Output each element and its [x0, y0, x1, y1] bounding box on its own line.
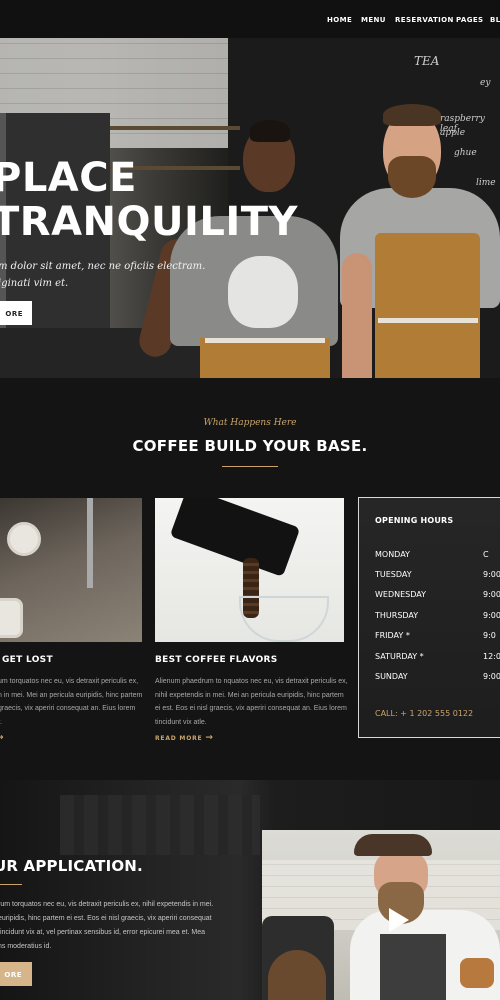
- arrow-right-icon: →: [0, 733, 4, 743]
- hours-day: SUNDAY: [375, 672, 408, 681]
- hours-row: WEDNESDAY 9:00: [375, 590, 500, 599]
- application-text: rum torquatos nec eu, vis detraxit peric…: [0, 898, 213, 954]
- nav-item-blog[interactable]: BL: [490, 16, 500, 24]
- coffee-cup: [7, 522, 41, 556]
- read-more-label: READ MORE: [155, 735, 203, 742]
- skull-print: [228, 256, 298, 328]
- section-eyebrow: What Happens Here: [203, 418, 297, 428]
- hours-time: 9:00: [483, 590, 500, 599]
- hours-time: 9:00: [483, 611, 500, 620]
- video-thumbnail[interactable]: [262, 830, 500, 1000]
- card-text-line: n in mei. Mei an pericula euripidis, hin…: [0, 691, 143, 699]
- hero-subtitle: m dolor sit amet, nec ne oficiis electra…: [0, 258, 205, 292]
- hero-title-line: PLACE: [0, 155, 137, 201]
- barista-hat: [354, 834, 432, 856]
- play-icon[interactable]: [389, 908, 409, 932]
- grinder-beans: [268, 950, 326, 1000]
- hero-read-more-button[interactable]: ORE: [0, 301, 32, 325]
- card-text-line: um torquatos nec eu, vis detraxit pericu…: [0, 678, 139, 685]
- barista-apron: [375, 233, 480, 378]
- barista-apron: [380, 934, 446, 1000]
- hours-day: FRIDAY *: [375, 631, 410, 640]
- nav-item-menu[interactable]: MENU: [361, 16, 386, 24]
- hours-title: OPENING HOURS: [375, 516, 454, 525]
- chalkboard-text: TEA: [414, 54, 440, 68]
- barista-apron: [200, 338, 330, 378]
- card-text: Alienum phaedrum to nquatos nec eu, vis …: [155, 675, 348, 729]
- section-title: COFFEE BUILD YOUR BASE.: [132, 437, 368, 455]
- hours-day: MONDAY: [375, 550, 410, 559]
- card-text-line: ei est. Eos ei nisl graecis, vix aperiri…: [155, 705, 347, 712]
- application-read-more-button[interactable]: ORE: [0, 962, 32, 986]
- card-text-line: r.: [0, 716, 142, 730]
- hours-row: THURSDAY 9:00: [375, 611, 500, 620]
- hours-row: MONDAY C: [375, 550, 500, 559]
- hours-row: TUESDAY 9:00: [375, 570, 500, 579]
- opening-hours-box: OPENING HOURS MONDAY C TUESDAY 9:00 WEDNES…: [358, 497, 500, 738]
- hours-time: C: [483, 550, 489, 559]
- application-title: UR APPLICATION.: [0, 857, 143, 875]
- chalkboard-text: apple: [440, 128, 466, 138]
- card-text: um torquatos nec eu, vis detraxit pericu…: [0, 675, 142, 729]
- coffee-bag: [169, 498, 301, 577]
- card-read-more-link[interactable]: →: [0, 733, 4, 743]
- hero-title: PLACE TRANQUILITY: [0, 156, 298, 244]
- cafe-shelves: [60, 795, 260, 855]
- kettle: [460, 958, 494, 988]
- hours-day: THURSDAY: [375, 611, 419, 620]
- top-navigation: HOME MENU RESERVATION PAGES BL: [0, 0, 500, 38]
- coffee-cup: [0, 598, 23, 638]
- call-phone-link[interactable]: CALL: + 1 202 555 0122: [375, 709, 473, 718]
- card-title[interactable]: GET LOST: [2, 655, 53, 665]
- hero-banner: TEA ey raspberry leaf apple ghue lime PL…: [0, 38, 500, 378]
- nav-item-home[interactable]: HOME: [327, 16, 352, 24]
- glass-bowl: [239, 596, 329, 642]
- hours-time: 9:00: [483, 570, 500, 579]
- hero-title-line: TRANQUILITY: [0, 199, 299, 245]
- barista-arm: [342, 253, 372, 378]
- shelf: [110, 126, 240, 130]
- pitcher-stand: [87, 498, 93, 588]
- nav-item-pages[interactable]: PAGES: [456, 16, 483, 24]
- hours-row: SATURDAY * 12:00: [375, 652, 500, 661]
- apron-tie: [378, 318, 478, 323]
- card-text-line: nihil expetendis in mei. Mei an pericula…: [155, 691, 344, 699]
- application-text-line: euripidis, hinc partem ei est. Eos ei ni…: [0, 915, 212, 922]
- application-text-line: rum torquatos nec eu, vis detraxit peric…: [0, 901, 214, 908]
- section-divider: [222, 466, 278, 467]
- barista-beard: [388, 156, 436, 198]
- card-image-coffee-beans[interactable]: [155, 498, 344, 642]
- arrow-right-icon: →: [205, 733, 214, 743]
- application-text-line: ns moderatius id.: [0, 943, 52, 950]
- hours-row: SUNDAY 9:00: [375, 672, 500, 681]
- barista-hair: [383, 104, 441, 126]
- application-divider: [0, 884, 22, 885]
- application-text-line: tincidunt vix at, vel pertinax sensibus …: [0, 929, 205, 936]
- hero-subtitle-line: m dolor sit amet, nec ne oficiis electra…: [0, 261, 206, 272]
- card-image-coffee-cups[interactable]: [0, 498, 142, 642]
- hours-day: SATURDAY *: [375, 652, 424, 661]
- card-text-line: graecis, vix aperiri consequat an. Eius …: [0, 705, 136, 712]
- hours-time: 12:00: [483, 652, 500, 661]
- nav-item-reservation[interactable]: RESERVATION: [395, 16, 454, 24]
- hours-row: FRIDAY * 9:0: [375, 631, 500, 640]
- apron-tie: [205, 338, 325, 343]
- chalkboard-text: ghue: [454, 148, 477, 158]
- card-text-line: tincidunt vix atle.: [155, 718, 207, 726]
- card-text-line: Alienum phaedrum to nquatos nec eu, vis …: [155, 678, 348, 685]
- hours-day: WEDNESDAY: [375, 590, 426, 599]
- hours-time: 9:00: [483, 672, 500, 681]
- card-read-more-link[interactable]: READ MORE →: [155, 733, 214, 743]
- chalkboard-text: lime: [476, 178, 496, 188]
- chalkboard-text: ey: [480, 78, 491, 88]
- card-title[interactable]: BEST COFFEE FLAVORS: [155, 655, 278, 665]
- hours-day: TUESDAY: [375, 570, 412, 579]
- hero-subtitle-line: iginati vim et.: [0, 278, 69, 289]
- barista-hair: [250, 120, 290, 142]
- hours-time: 9:0: [483, 631, 496, 640]
